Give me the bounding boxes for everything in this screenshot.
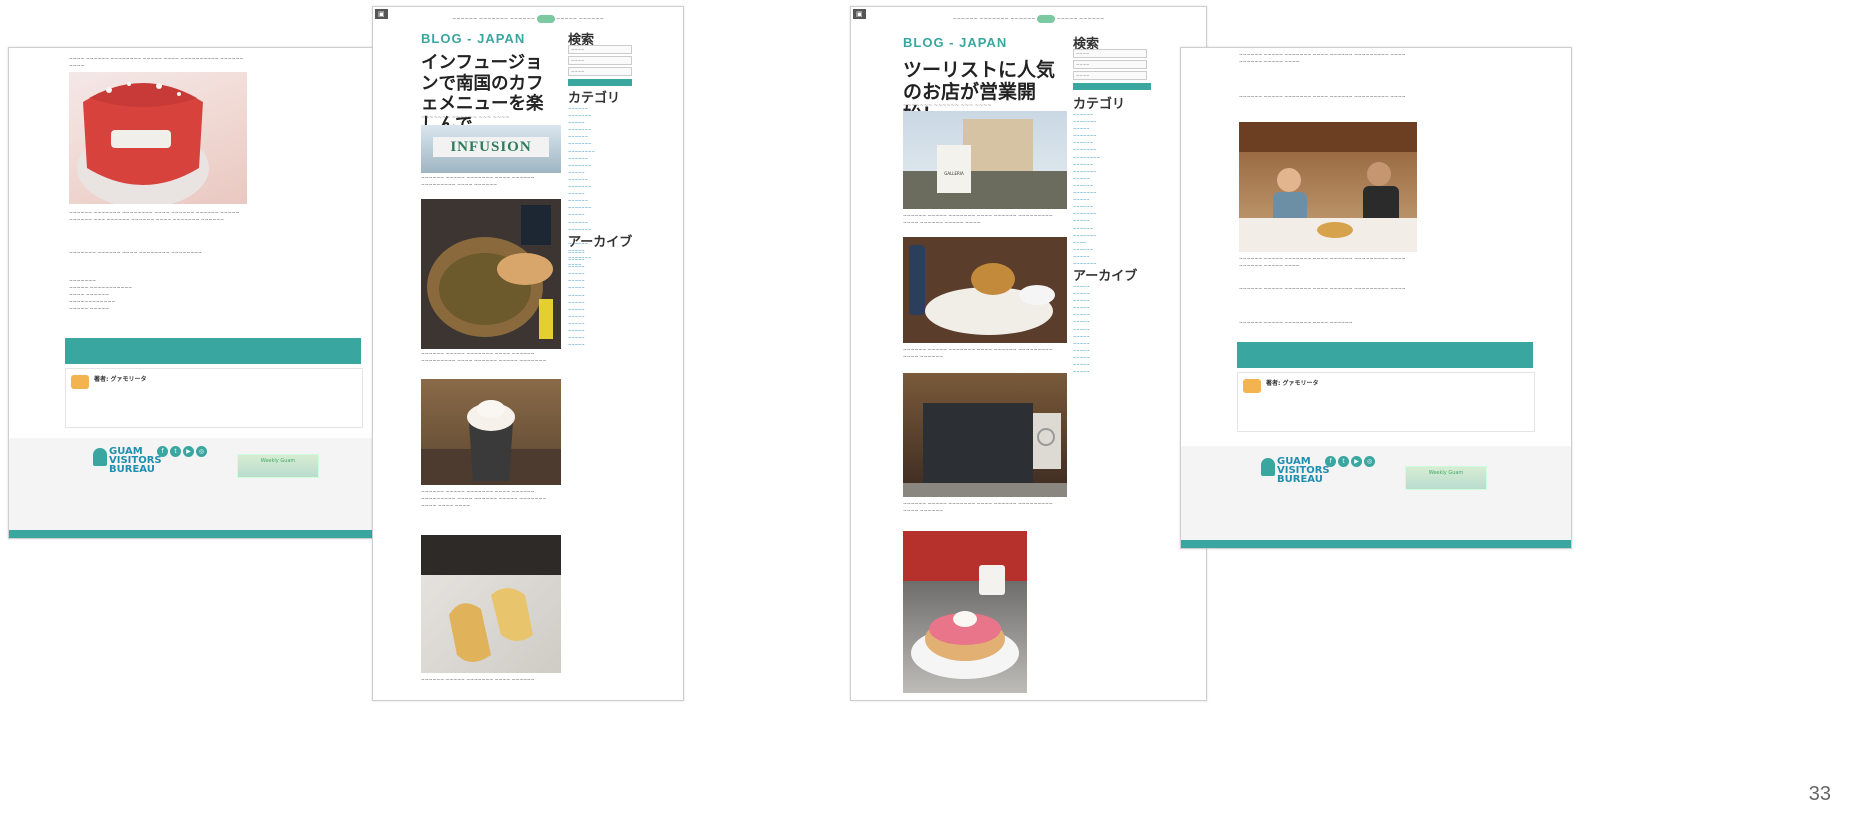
site-header: ~~~~~~ ~~~~~~~ ~~~~~~ ~~~~~ ~~~~~~ [952, 15, 1105, 23]
body-text: ~~~~~~ ~~~~~ ~~~~~~~ ~~~~ ~~~~~~ ~~~~~~~… [421, 490, 547, 509]
instagram-icon[interactable]: ◎ [1364, 456, 1375, 467]
page-screenshot-4: ~~~~~~ ~~~~~ ~~~~~~~ ~~~~ ~~~~~~ ~~~~~~~… [1180, 47, 1572, 549]
post-meta: ~~~~~~~ ~~~~~~ ~~~ ~~~~ [903, 103, 992, 109]
photo-storefront-svg [903, 403, 1067, 497]
photo-galleria-svg [903, 119, 1067, 209]
share-box [1237, 342, 1533, 368]
blog-label[interactable]: BLOG - JAPAN [903, 35, 1007, 50]
search-field[interactable]: ~~~~ [568, 56, 632, 65]
guam-logo-icon [1261, 458, 1275, 476]
body-text: ~~~~~~ ~~~~~ ~~~~~~~ ~~~~ ~~~~~~ ~~~~~~~… [903, 502, 1053, 514]
youtube-icon[interactable]: ▶ [1351, 456, 1362, 467]
site-header: ~~~~~~ ~~~~~~~ ~~~~~~ ~~~~~ ~~~~~~ [452, 15, 604, 23]
photo-diners [1239, 122, 1417, 252]
youtube-icon[interactable]: ▶ [183, 446, 194, 457]
guam-logo-icon [93, 448, 107, 466]
site-footer: GUAM VISITORS BUREAU f t ▶ ◎ Weekly Guam [9, 438, 402, 538]
body-text: ~~~~~~ ~~~~~ ~~~~~~~ ~~~~ ~~~~~~ ~~~~~~~… [1239, 95, 1406, 100]
page-screenshot-1: ~~~~ ~~~~~~ ~~~~~~~~ ~~~~~ ~~~~ ~~~~~~~~… [8, 47, 403, 539]
avatar [71, 375, 89, 389]
author-label: 著者: グァモリータ [94, 376, 147, 383]
photo-storefront [903, 373, 1067, 497]
photo-overnight-oats-svg [77, 82, 209, 204]
body-text: ~~~~~~~ ~~~~~~ ~~~~ ~~~~~~~~ ~~~~~~~~ [69, 251, 202, 256]
twitter-icon[interactable]: t [1338, 456, 1349, 467]
photo-food-svg [427, 205, 553, 339]
shop-info: ~~~~~~~ ~~~~~ ~~~~~~~~~~~ ~~~~ ~~~~~~ ~~~~~… [69, 279, 133, 312]
body-text: ~~~~~~ ~~~~~ ~~~~~~~ ~~~~ ~~~~~~ [421, 678, 535, 683]
body-text: ~~~~~~ ~~~~~ ~~~~~~~ ~~~~ ~~~~~~ ~~~~~~~… [903, 214, 1053, 226]
post-title: インフュージョンで南国のカフェメニューを楽しんで [421, 53, 544, 135]
page-number: 33 [1808, 783, 1831, 805]
body-text: ~~~~~~ ~~~~~ ~~~~~~~ ~~~~ ~~~~~~ ~~~~~~~… [903, 348, 1053, 360]
search-button[interactable] [1073, 83, 1151, 90]
photo-diners-svg [1239, 122, 1417, 252]
photo-pancakes-svg [903, 531, 1027, 679]
photo-pancakes [903, 531, 1027, 693]
instagram-icon[interactable]: ◎ [196, 446, 207, 457]
category-heading: カテゴリ [1073, 97, 1126, 112]
author-card: 著者: グァモリータ [1237, 372, 1535, 432]
body-text: ~~~~~~ ~~~~~ ~~~~~~~ ~~~~ ~~~~~~ ~~~~~~~… [1239, 53, 1406, 65]
guam-logo: GUAM VISITORS BUREAU [1277, 456, 1330, 485]
photo-infusion-sign: INFUSION [421, 125, 561, 173]
site-footer: GUAM VISITORS BUREAU f t ▶ ◎ Weekly Guam [1181, 446, 1571, 548]
photo-pastries-svg [421, 535, 561, 662]
facebook-icon[interactable]: f [1325, 456, 1336, 467]
photo-galleria: GALLERIA [903, 111, 1067, 209]
search-button[interactable] [568, 79, 632, 86]
avatar [1243, 379, 1261, 393]
post-meta: ~~~~~~~ ~~~~~~ ~~~ ~~~~ [421, 115, 510, 121]
author-card: 著者: グァモリータ [65, 368, 363, 428]
page-screenshot-2: ▣ ~~~~~~ ~~~~~~~ ~~~~~~ ~~~~~ ~~~~~~ BLO… [372, 6, 684, 701]
photo-burger-platter [903, 237, 1067, 343]
facebook-icon[interactable]: f [157, 446, 168, 457]
body-text: ~~~~~~ ~~~~~~~ ~~~~~~~~ ~~~~ ~~~~~~ ~~~~… [69, 211, 240, 223]
photo-frappe [421, 379, 561, 485]
body-text: ~~~~ ~~~~~~ ~~~~~~~~ ~~~~~ ~~~~ ~~~~~~~~… [69, 57, 244, 69]
share-box [65, 338, 361, 364]
footer-bar [9, 530, 402, 538]
body-text: ~~~~~~ ~~~~~ ~~~~~~~ ~~~~ ~~~~~~ ~~~~~~~… [421, 352, 547, 364]
archive-heading: アーカイブ [568, 235, 633, 250]
archive-heading: アーカイブ [1073, 269, 1138, 284]
photo-overnight-oats [69, 72, 247, 204]
archive-list[interactable]: ~~~~~ ~~~~~ ~~~~~ ~~~~~ ~~~~~ ~~~~~ ~~~~~ ~~~~~… [568, 249, 628, 348]
search-field[interactable]: ~~~~ [568, 67, 632, 76]
guam-logo: GUAM VISITORS BUREAU [109, 446, 162, 475]
photo-burger-svg [909, 245, 1055, 335]
search-field[interactable]: ~~~~ [568, 45, 632, 54]
weekly-guam-banner[interactable]: Weekly Guam [237, 454, 319, 478]
search-field[interactable]: ~~~~ [1073, 60, 1147, 69]
body-text: ~~~~~~ ~~~~~ ~~~~~~~ ~~~~ ~~~~~~ ~~~~~~~… [1239, 257, 1406, 269]
blog-label[interactable]: BLOG - JAPAN [421, 31, 525, 46]
search-field[interactable]: ~~~~ [1073, 49, 1147, 58]
body-text: ~~~~~~ ~~~~~ ~~~~~~~ ~~~~ ~~~~~~ [1239, 321, 1353, 326]
category-heading: カテゴリ [568, 91, 621, 106]
photo-frappe-svg [421, 400, 561, 485]
photo-food-plate [421, 199, 561, 349]
search-field[interactable]: ~~~~ [1073, 71, 1147, 80]
author-label: 著者: グァモリータ [1266, 380, 1319, 387]
body-text: ~~~~~~ ~~~~~ ~~~~~~~ ~~~~ ~~~~~~ ~~~~~~~… [421, 176, 535, 188]
category-list[interactable]: ~~~~~~ ~~~~~~~ ~~~~~ ~~~~~~~ ~~~~~~ ~~~~~~~ ~~… [1073, 111, 1143, 267]
galleria-sign: GALLERIA [944, 171, 964, 176]
weekly-guam-banner[interactable]: Weekly Guam [1405, 466, 1487, 490]
body-text: ~~~~~~ ~~~~~ ~~~~~~~ ~~~~ ~~~~~~ ~~~~~~~… [1239, 287, 1406, 292]
page-screenshot-3: ▣ ~~~~~~ ~~~~~~~ ~~~~~~ ~~~~~ ~~~~~~ BLO… [850, 6, 1207, 701]
archive-list[interactable]: ~~~~~ ~~~~~ ~~~~~ ~~~~~ ~~~~~ ~~~~~ ~~~~~ ~~~~~… [1073, 283, 1143, 375]
footer-bar [1181, 540, 1571, 548]
infusion-banner: INFUSION [433, 137, 549, 157]
photo-pastries [421, 535, 561, 673]
twitter-icon[interactable]: t [170, 446, 181, 457]
